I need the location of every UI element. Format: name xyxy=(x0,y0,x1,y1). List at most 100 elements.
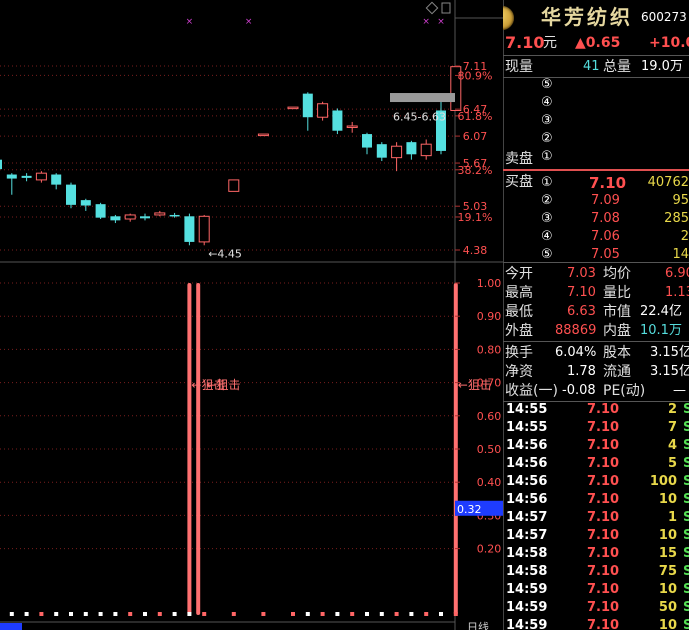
tick-volume: 50 xyxy=(658,600,677,615)
turnover-label: 换手 xyxy=(505,345,533,361)
baseline-square xyxy=(172,612,177,616)
range-label: 6.45-6.63 xyxy=(393,111,446,124)
baseline-square xyxy=(54,612,59,616)
stock-terminal: × × × × ←狙击 ←狙击 ←狙击 7.11 80.9% 6.47 61.8% 6.07 5.6… xyxy=(0,0,689,630)
tick-volume: 100 xyxy=(649,474,677,489)
candle-body xyxy=(302,93,313,118)
range-bar xyxy=(390,93,455,103)
period-label: 日线 xyxy=(467,620,489,630)
avg-label: 均价 xyxy=(603,266,631,282)
stats-row-4: 外盘 88869 内盘 10.1万 xyxy=(503,322,689,340)
nav-label: 净资 xyxy=(505,364,533,380)
tick-volume: 10 xyxy=(658,528,677,543)
candle-body xyxy=(140,216,150,219)
tick-row: 14:56 7.10 5 S xyxy=(503,455,689,473)
tick-row: 14:56 7.10 10 S xyxy=(503,491,689,509)
buy-level: ④ xyxy=(541,229,553,244)
stats-row-1: 今开 7.03 均价 6.90 xyxy=(503,265,689,283)
baseline-square xyxy=(98,612,103,616)
signal-bar xyxy=(187,283,192,615)
current-price: 7.10 xyxy=(505,33,545,52)
signal-bar xyxy=(196,283,201,615)
candle-body xyxy=(80,200,91,206)
mcap-value: 22.4亿 xyxy=(640,304,682,319)
tick-price: 7.10 xyxy=(587,528,620,543)
tick-price: 7.10 xyxy=(587,618,620,630)
candle-body xyxy=(124,214,136,220)
baseline-square xyxy=(409,612,414,616)
price-axis-label: 4.38 xyxy=(463,244,488,257)
tick-time: 14:56 xyxy=(506,492,548,507)
stock-name: 华芳纺织 xyxy=(541,5,633,29)
tick-row: 14:57 7.10 1 S xyxy=(503,509,689,527)
tick-price: 7.10 xyxy=(587,402,620,417)
price-axis-label: 6.07 xyxy=(463,130,488,143)
nav-value: 1.78 xyxy=(567,364,596,379)
tick-side: S xyxy=(683,618,689,630)
divider xyxy=(503,341,689,342)
candle-body xyxy=(66,184,76,205)
candle-body xyxy=(332,110,343,131)
tick-time: 14:59 xyxy=(506,618,548,630)
tick-volume: 7 xyxy=(667,420,677,435)
buy-price: 7.08 xyxy=(591,211,620,226)
candle-body xyxy=(391,145,403,159)
baseline-square xyxy=(128,612,133,616)
stats-row-5: 换手 6.04% 股本 3.15亿 xyxy=(503,344,689,362)
candle-body xyxy=(184,216,195,242)
tick-side: S xyxy=(683,402,689,417)
eps-value: -0.08 xyxy=(562,383,596,398)
tick-price: 7.10 xyxy=(587,582,620,597)
baseline-square xyxy=(69,612,73,616)
sell-level-row: ⑤ xyxy=(503,76,689,94)
volume-row: 现量 41 总量 19.0万 xyxy=(503,58,689,76)
baseline-square xyxy=(305,612,310,616)
tick-price: 7.10 xyxy=(587,492,620,507)
kline-chart[interactable]: × × × × ←狙击←狙击 ←狙击 7.1180.9%6.4761.8%6.075.6… xyxy=(0,0,503,630)
low-value: 6.63 xyxy=(567,304,596,319)
indicator-axis-label: 1.00 xyxy=(477,277,502,290)
candle-body xyxy=(51,174,62,185)
candle-body xyxy=(406,142,417,155)
window-icon xyxy=(441,2,451,14)
signal-label: ←狙击 xyxy=(206,378,240,392)
tick-row: 14:57 7.10 10 S xyxy=(503,527,689,545)
candle-body xyxy=(21,175,32,178)
baseline-square xyxy=(365,612,369,616)
divider xyxy=(503,55,689,56)
signal-x-marker: × xyxy=(422,17,430,27)
stats-row-2: 最高 7.10 量比 1.13 xyxy=(503,284,689,302)
baseline-square xyxy=(261,612,266,616)
tick-row: 14:56 7.10 4 S xyxy=(503,437,689,455)
baseline-square xyxy=(424,612,429,616)
buy-price: 7.10 xyxy=(589,174,627,192)
tick-time: 14:56 xyxy=(506,474,548,489)
tick-side: S xyxy=(683,582,689,597)
tick-time: 14:57 xyxy=(506,528,548,543)
indicator-axis-label: 0.20 xyxy=(477,543,502,556)
low-label: 最低 xyxy=(505,304,533,320)
indicator-axis-label: 0.40 xyxy=(477,476,502,489)
open-label: 今开 xyxy=(505,266,533,282)
candle-body xyxy=(257,133,269,137)
float-value: 3.15亿 xyxy=(650,364,689,379)
tick-volume: 5 xyxy=(667,456,677,471)
low-annotation: ←4.45 xyxy=(208,247,242,260)
total-vol: 19.0万 xyxy=(641,59,683,74)
tick-price: 7.10 xyxy=(587,456,620,471)
tick-time: 14:56 xyxy=(506,456,548,471)
shares-label: 股本 xyxy=(603,345,631,361)
price-change: ▲0.65 xyxy=(575,35,621,51)
tick-time: 14:55 xyxy=(506,420,548,435)
tick-volume: 10 xyxy=(658,582,677,597)
ratio-label: 量比 xyxy=(603,285,631,301)
candle-body xyxy=(362,134,372,148)
mcap-label: 市值 xyxy=(603,304,631,320)
candle-body xyxy=(420,143,432,157)
baseline-square xyxy=(9,612,14,616)
buy-price: 7.09 xyxy=(591,193,620,208)
tick-side: S xyxy=(683,438,689,453)
baseline-square xyxy=(157,612,162,616)
candle-body xyxy=(154,212,166,216)
tick-time: 14:59 xyxy=(506,600,548,615)
